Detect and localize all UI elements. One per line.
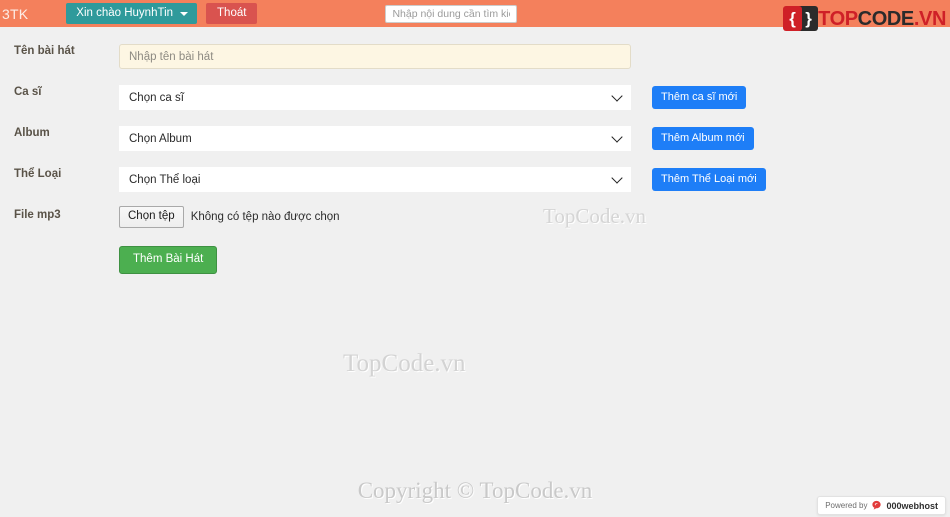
chevron-down-icon <box>611 171 623 184</box>
watermark-center: TopCode.vn <box>343 350 466 377</box>
genre-select[interactable]: Chọn Thể loại <box>119 167 631 192</box>
form-row-file: File mp3 Chọn tệp Không có tệp nào được … <box>0 206 950 242</box>
webhost-provider-name: 000webhost <box>886 500 938 511</box>
label-album: Album <box>14 127 50 139</box>
song-form: Tên bài hát Ca sĩ Chọn ca sĩ Thêm ca sĩ … <box>0 27 950 517</box>
user-greeting-label: Xin chào HuynhTin <box>76 6 174 19</box>
label-singer: Ca sĩ <box>14 86 42 98</box>
000webhost-swirl-icon <box>872 500 882 510</box>
album-select-value: Chọn Album <box>129 132 192 145</box>
chevron-down-icon <box>611 89 623 102</box>
singer-select[interactable]: Chọn ca sĩ <box>119 85 631 110</box>
label-genre: Thể Loại <box>14 168 62 180</box>
add-album-button[interactable]: Thêm Album mới <box>652 127 754 150</box>
topcode-logo-mark: { } <box>783 6 819 32</box>
topcode-logo-text: TOPCODE.VN <box>818 9 946 29</box>
label-file-mp3: File mp3 <box>14 209 61 221</box>
form-row-album: Album Chọn Album Thêm Album mới <box>0 126 950 160</box>
submit-add-song-button[interactable]: Thêm Bài Hát <box>119 246 218 274</box>
powered-by-label: Powered by <box>825 501 868 510</box>
singer-select-value: Chọn ca sĩ <box>129 91 184 104</box>
caret-down-icon <box>180 11 189 16</box>
form-row-singer: Ca sĩ Chọn ca sĩ Thêm ca sĩ mới <box>0 85 950 119</box>
powered-by-000webhost-badge[interactable]: Powered by 000webhost <box>817 496 946 515</box>
logout-button[interactable]: Thoát <box>206 2 258 25</box>
search-input[interactable] <box>385 4 518 23</box>
chevron-down-icon <box>611 130 623 143</box>
file-status-text: Không có tệp nào được chọn <box>190 210 340 223</box>
label-song-name: Tên bài hát <box>14 45 75 57</box>
add-singer-button[interactable]: Thêm ca sĩ mới <box>652 86 747 109</box>
form-row-song-name: Tên bài hát <box>0 44 950 78</box>
album-select[interactable]: Chọn Album <box>119 126 631 151</box>
add-genre-button[interactable]: Thêm Thể Loại mới <box>652 168 766 191</box>
user-greeting-dropdown[interactable]: Xin chào HuynhTin <box>66 2 198 25</box>
logo-brace-open-icon: { <box>783 6 803 31</box>
top-navbar: 3TK Xin chào HuynhTin Thoát { } TOPCODE.… <box>0 0 950 31</box>
footer-copyright: Copyright © TopCode.vn <box>357 478 593 503</box>
song-name-input[interactable] <box>119 44 631 69</box>
genre-select-value: Chọn Thể loại <box>129 173 201 186</box>
site-brand[interactable]: 3TK <box>2 6 28 22</box>
form-row-genre: Thể Loại Chọn Thể loại Thêm Thể Loại mới <box>0 167 950 201</box>
choose-file-button[interactable]: Chọn tệp <box>119 206 184 228</box>
